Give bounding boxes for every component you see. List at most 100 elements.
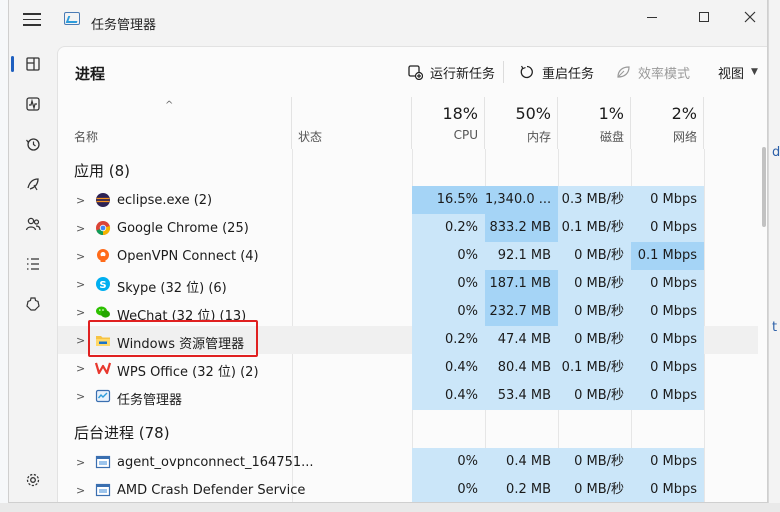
scrollbar-thumb[interactable] (762, 147, 766, 227)
memory-header-label: 内存 (526, 130, 551, 144)
expand-chevron-icon[interactable]: > (76, 278, 85, 291)
nav-users[interactable] (17, 208, 49, 240)
cpu-cell: 0.4% (412, 382, 485, 410)
process-name: WPS Office (32 位) (2) (117, 365, 259, 380)
expand-chevron-icon[interactable]: > (76, 456, 85, 469)
task-manager-window: 任务管理器 进程 运行新任务 重启任务 效率模式 视图 ▼ ^ 名称 状态 18… (8, 0, 768, 503)
column-header-memory[interactable]: 50% 内存 (485, 97, 558, 149)
nav-startup-apps[interactable] (17, 168, 49, 200)
network-cell: 0 Mbps (631, 326, 704, 354)
process-list: 应用 (8) > eclipse.exe (2) 16.5% 1,340.0 .… (58, 149, 758, 502)
cpu-cell: 0% (412, 448, 485, 476)
column-header-status[interactable]: 状态 (292, 97, 412, 149)
process-row-skype[interactable]: > S Skype (32 位) (6) 0% 187.1 MB 0 MB/秒 … (58, 270, 758, 298)
status-header-label: 状态 (298, 130, 323, 144)
skype-icon: S (96, 277, 110, 291)
cpu-cell: 0.2% (412, 214, 485, 242)
close-button[interactable] (727, 4, 767, 30)
memory-cell: 833.2 MB (485, 214, 558, 242)
chevron-down-icon: ▼ (751, 67, 758, 77)
service-icon (95, 483, 111, 497)
maximize-button[interactable] (681, 4, 727, 30)
restart-task-button[interactable]: 重启任务 (519, 62, 594, 82)
expand-chevron-icon[interactable]: > (76, 390, 85, 403)
nav-details[interactable] (17, 248, 49, 280)
cpu-cell: 0% (412, 476, 485, 502)
expand-chevron-icon[interactable]: > (76, 222, 85, 235)
nav-processes[interactable] (11, 48, 49, 80)
column-header-name[interactable]: ^ 名称 (58, 97, 292, 149)
title-bar: 任务管理器 (9, 0, 767, 36)
process-row-ovpnconnect-agent[interactable]: > agent_ovpnconnect_164751... 0% 0.4 MB … (58, 448, 758, 476)
process-name: Google Chrome (25) (117, 221, 249, 236)
nav-performance[interactable] (17, 88, 49, 120)
close-icon (744, 11, 756, 23)
hamburger-menu-icon[interactable] (23, 10, 41, 26)
process-row-task-manager[interactable]: > 任务管理器 0.4% 53.4 MB 0 MB/秒 0 Mbps (58, 382, 758, 410)
vertical-scrollbar[interactable] (761, 147, 767, 502)
nav-services[interactable] (17, 288, 49, 320)
expand-chevron-icon[interactable]: > (76, 484, 85, 497)
background-editor-strip: d t (768, 0, 780, 512)
group-header-background: 后台进程 (78) (74, 424, 170, 442)
process-name: AMD Crash Defender Service (117, 483, 306, 498)
process-name: 任务管理器 (117, 393, 183, 408)
network-cell: 0 Mbps (631, 382, 704, 410)
restart-task-label: 重启任务 (542, 66, 595, 82)
expand-chevron-icon[interactable]: > (76, 194, 85, 207)
network-cell: 0.1 Mbps (631, 242, 704, 270)
process-row-eclipse[interactable]: > eclipse.exe (2) 16.5% 1,340.0 ... 0.3 … (58, 186, 758, 214)
memory-cell: 187.1 MB (485, 270, 558, 298)
svg-text:S: S (99, 280, 106, 291)
nav-app-history[interactable] (17, 128, 49, 160)
expand-chevron-icon[interactable]: > (76, 250, 85, 263)
maximize-icon (699, 12, 709, 22)
process-row-wechat[interactable]: > WeChat (32 位) (13) 0% 232.7 MB 0 MB/秒 … (58, 298, 758, 326)
efficiency-mode-button[interactable]: 效率模式 (615, 62, 690, 82)
process-row-wps-office[interactable]: > WPS Office (32 位) (2) 0.4% 80.4 MB 0.1… (58, 354, 758, 382)
process-row-amd-crash-defender[interactable]: > AMD Crash Defender Service 0% 0.2 MB 0… (58, 476, 758, 502)
processes-page: 进程 运行新任务 重启任务 效率模式 视图 ▼ ^ 名称 状态 18% CPU … (57, 46, 767, 502)
details-icon (27, 258, 39, 270)
cpu-cell: 0% (412, 298, 485, 326)
disk-cell: 0 MB/秒 (558, 382, 631, 410)
process-name: Skype (32 位) (6) (117, 281, 227, 296)
network-cell: 0 Mbps (631, 448, 704, 476)
memory-cell: 47.4 MB (485, 326, 558, 354)
process-row-windows-explorer[interactable]: > Windows 资源管理器 0.2% 47.4 MB 0 MB/秒 0 Mb… (58, 326, 758, 354)
memory-percent: 50% (515, 104, 551, 123)
network-cell: 0 Mbps (631, 214, 704, 242)
view-label: 视图 (718, 66, 745, 82)
memory-cell: 92.1 MB (485, 242, 558, 270)
page-title: 进程 (75, 65, 106, 83)
process-row-chrome[interactable]: > Google Chrome (25) 0.2% 833.2 MB 0.1 M… (58, 214, 758, 242)
memory-cell: 0.2 MB (485, 476, 558, 502)
expand-chevron-icon[interactable]: > (76, 306, 85, 319)
performance-icon (26, 97, 40, 111)
services-icon (26, 297, 40, 311)
openvpn-icon (97, 249, 109, 262)
view-menu-button[interactable]: 视图 ▼ (718, 62, 758, 82)
memory-cell: 1,340.0 ... (485, 186, 558, 214)
cpu-cell: 0% (412, 270, 485, 298)
process-name: OpenVPN Connect (4) (117, 249, 259, 264)
expand-chevron-icon[interactable]: > (76, 334, 85, 347)
name-header-label: 名称 (74, 130, 99, 144)
wps-icon (95, 362, 111, 375)
column-header-disk[interactable]: 1% 磁盘 (558, 97, 631, 149)
column-header-network[interactable]: 2% 网络 (631, 97, 704, 149)
minimize-button[interactable] (629, 4, 675, 30)
cpu-cell: 16.5% (412, 186, 485, 214)
memory-cell: 0.4 MB (485, 448, 558, 476)
eclipse-icon (96, 193, 110, 207)
settings-gear-icon (26, 473, 40, 487)
expand-chevron-icon[interactable]: > (76, 362, 85, 375)
minimize-icon (647, 16, 657, 18)
restart-icon (520, 65, 533, 79)
disk-cell: 0 MB/秒 (558, 448, 631, 476)
run-new-task-button[interactable]: 运行新任务 (407, 62, 495, 82)
process-row-openvpn[interactable]: > OpenVPN Connect (4) 0% 92.1 MB 0 MB/秒 … (58, 242, 758, 270)
column-header-cpu[interactable]: 18% CPU (412, 97, 485, 149)
nav-settings[interactable] (17, 464, 49, 496)
window-title: 任务管理器 (91, 18, 157, 33)
